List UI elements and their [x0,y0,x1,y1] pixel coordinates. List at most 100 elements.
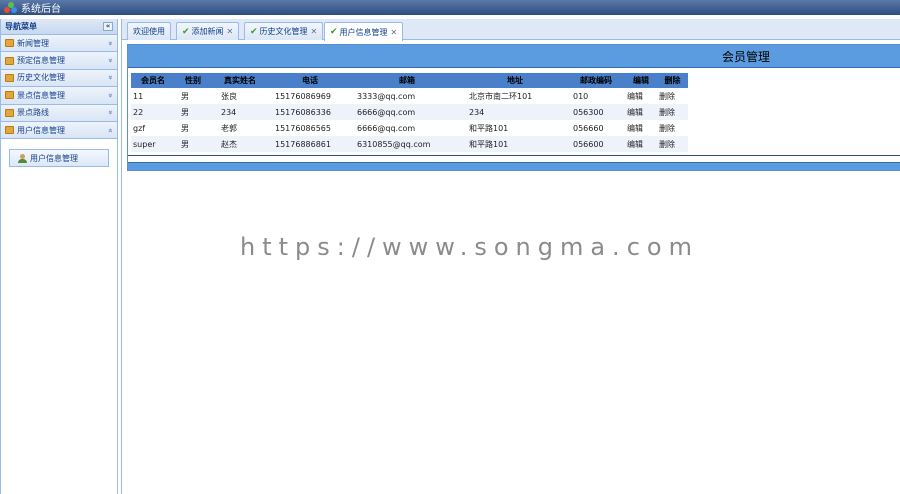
tab-user-info[interactable]: ✔ 用户信息管理 ✕ [324,22,404,41]
member-table: 会员名 性别 真实姓名 电话 邮箱 地址 邮政编码 编辑 删除 11 男 张良 … [131,73,688,152]
content-area: 会员管理 会员名 性别 真实姓名 电话 邮箱 地址 邮政编码 编辑 删除 11 … [127,44,900,494]
chevron-down-icon: » [106,40,116,46]
cell-zip: 056660 [573,123,604,133]
sidebar-item-label: 用户信息管理 [17,125,65,135]
user-icon [18,153,27,163]
cell-username: 11 [133,91,144,101]
close-icon[interactable]: ✕ [311,27,318,36]
folder-icon [5,108,14,117]
sidebar: 导航菜单 « 新闻管理 » 预定信息管理 » 历史文化管理 » 景点信息管理 »… [0,19,118,494]
delete-link[interactable]: 删除 [657,88,688,104]
cell-gender: 男 [181,123,189,133]
cell-email: 6310855@qq.com [357,139,431,149]
folder-icon [5,39,14,48]
tab-history-culture[interactable]: ✔ 历史文化管理 ✕ [244,22,324,40]
cell-email: 3333@qq.com [357,91,416,101]
divider [128,155,900,156]
title-bar: 系统后台 [0,0,900,15]
tab-welcome[interactable]: 欢迎使用 [127,22,171,40]
close-icon[interactable]: ✕ [227,27,234,36]
cell-realname: 234 [221,107,237,117]
table-row: 11 男 张良 15176086969 3333@qq.com 北京市南二环10… [131,88,688,104]
panel-title-bar: 会员管理 [128,45,900,68]
cell-address: 234 [469,107,485,117]
sidebar-item-label: 新闻管理 [17,38,49,48]
edit-link[interactable]: 编辑 [625,88,657,104]
cell-phone: 15176886861 [275,139,331,149]
sidebar-item-users[interactable]: 用户信息管理 « [1,121,117,140]
close-icon[interactable]: ✕ [391,28,398,37]
edit-link[interactable]: 编辑 [625,104,657,120]
col-username: 会员名 [141,76,165,85]
submenu-item-user-info[interactable]: 用户信息管理 [9,149,109,168]
delete-link[interactable]: 删除 [657,120,688,136]
cell-phone: 15176086969 [275,91,331,101]
tab-add-news[interactable]: ✔ 添加新闻 ✕ [176,22,240,40]
delete-link[interactable]: 删除 [657,104,688,120]
cell-username: gzf [133,123,146,133]
tab-label: 历史文化管理 [259,27,308,36]
col-realname: 真实姓名 [224,76,256,85]
sidebar-item-routes[interactable]: 景点路线 » [1,104,117,122]
cell-realname: 张良 [221,91,237,101]
chevron-down-icon: » [106,92,116,98]
col-phone: 电话 [302,76,318,85]
col-address: 地址 [507,76,523,85]
cell-gender: 男 [181,91,189,101]
submenu-item-label: 用户信息管理 [30,153,78,163]
edit-link[interactable]: 编辑 [625,120,657,136]
cell-realname: 老郭 [221,123,237,133]
chevron-down-icon: » [106,75,116,81]
cell-email: 6666@qq.com [357,107,416,117]
sidebar-item-news[interactable]: 新闻管理 » [1,35,117,53]
delete-link[interactable]: 删除 [657,136,688,152]
sidebar-item-label: 预定信息管理 [17,56,65,66]
col-email: 邮箱 [399,76,415,85]
cell-address: 北京市南二环101 [469,91,533,101]
folder-icon [5,56,14,65]
sidebar-item-label: 历史文化管理 [17,73,65,83]
tab-label: 添加新闻 [191,27,224,36]
cell-username: super [133,139,156,149]
sidebar-item-history[interactable]: 历史文化管理 » [1,69,117,88]
cell-realname: 赵杰 [221,139,237,149]
cell-zip: 010 [573,91,589,101]
cell-phone: 15176086565 [275,123,331,133]
col-zip: 邮政编码 [580,76,612,85]
tab-label: 欢迎使用 [133,27,165,36]
tab-label: 用户信息管理 [339,27,388,37]
chevron-down-icon: » [106,110,116,116]
table-header-row: 会员名 性别 真实姓名 电话 邮箱 地址 邮政编码 编辑 删除 [131,73,688,88]
sidebar-item-booking[interactable]: 预定信息管理 » [1,52,117,70]
check-icon: ✔ [250,26,258,37]
member-table-wrap: 会员名 性别 真实姓名 电话 邮箱 地址 邮政编码 编辑 删除 11 男 张良 … [131,73,688,152]
cell-address: 和平路101 [469,139,509,149]
edit-link[interactable]: 编辑 [625,136,657,152]
app-title: 系统后台 [21,4,61,15]
cell-email: 6666@qq.com [357,123,416,133]
tab-strip: 欢迎使用 ✔ 添加新闻 ✕ ✔ 历史文化管理 ✕ ✔ 用户信息管理 ✕ [122,19,900,41]
table-row: 22 男 234 15176086336 6666@qq.com 234 056… [131,104,688,120]
app-logo-icon [4,1,17,14]
sidebar-item-label: 景点信息管理 [17,90,65,100]
col-delete: 删除 [664,76,681,85]
watermark: https://www.songma.com [240,233,699,261]
cell-zip: 056600 [573,139,604,149]
sidebar-submenu: 用户信息管理 [1,139,117,177]
cell-username: 22 [133,107,144,117]
check-icon: ✔ [182,26,190,37]
collapse-sidebar-icon[interactable]: « [103,22,113,31]
folder-icon [5,126,14,135]
panel-title: 会员管理 [721,49,770,64]
cell-zip: 056300 [573,107,604,117]
member-panel: 会员管理 会员名 性别 真实姓名 电话 邮箱 地址 邮政编码 编辑 删除 11 … [127,44,900,171]
table-row: super 男 赵杰 15176886861 6310855@qq.com 和平… [131,136,688,152]
col-gender: 性别 [185,76,201,85]
sidebar-item-scenic[interactable]: 景点信息管理 » [1,87,117,105]
folder-icon [5,73,14,82]
cell-gender: 男 [181,107,189,117]
col-edit: 编辑 [633,76,649,85]
cell-gender: 男 [181,139,189,149]
sidebar-header: 导航菜单 « [1,19,117,35]
cell-address: 和平路101 [469,123,509,133]
